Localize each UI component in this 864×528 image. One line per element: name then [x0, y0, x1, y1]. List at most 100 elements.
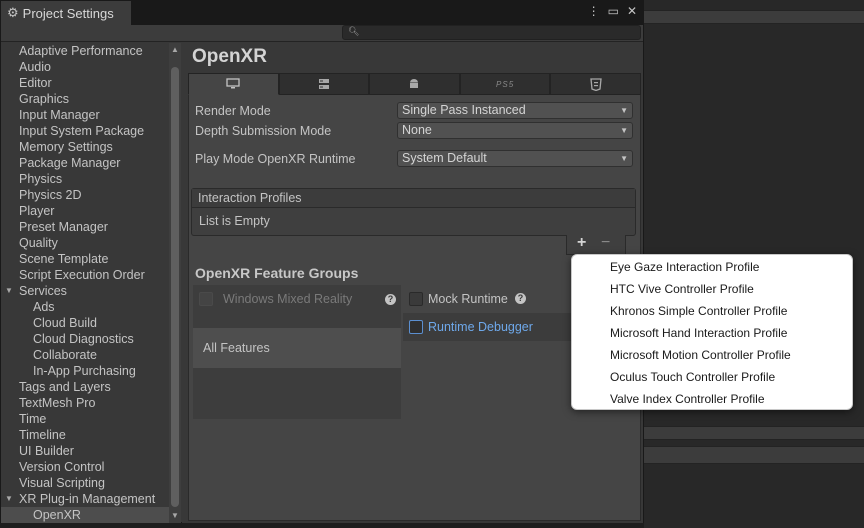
sidebar-item-input-system-package[interactable]: Input System Package [1, 123, 169, 139]
sidebar-item-cloud-build[interactable]: Cloud Build [1, 315, 169, 331]
runtime-debugger-checkbox[interactable] [409, 320, 423, 334]
feature-groups-title: OpenXR Feature Groups [195, 265, 359, 281]
sidebar-item-graphics[interactable]: Graphics [1, 91, 169, 107]
window-tabbar: ⚙ Project Settings ⋮ ▭ ✕ [1, 1, 643, 25]
sidebar-scrollbar[interactable]: ▲ ▼ [169, 43, 181, 523]
sidebar-item-tags-and-layers[interactable]: Tags and Layers [1, 379, 169, 395]
android-icon [410, 79, 419, 88]
depth-submission-dropdown[interactable]: None ▼ [397, 122, 633, 139]
menu-item-khronos-simple[interactable]: Khronos Simple Controller Profile [610, 304, 787, 318]
search-input[interactable]: 🔍︎ [342, 25, 641, 40]
mock-runtime-checkbox[interactable] [409, 292, 423, 306]
menu-item-oculus-touch[interactable]: Oculus Touch Controller Profile [610, 370, 775, 384]
window-controls: ⋮ ▭ ✕ [588, 4, 637, 18]
sidebar-item-scene-template[interactable]: Scene Template [1, 251, 169, 267]
sidebar-item-quality[interactable]: Quality [1, 235, 169, 251]
menu-item-valve-index[interactable]: Valve Index Controller Profile [610, 392, 765, 406]
play-mode-runtime-value: System Default [402, 151, 487, 165]
chevron-down-icon: ▼ [620, 126, 628, 135]
search-icon: 🔍︎ [348, 26, 360, 36]
sidebar-item-ads[interactable]: Ads [1, 299, 169, 315]
sidebar-item-in-app-purchasing[interactable]: In-App Purchasing [1, 363, 169, 379]
sidebar-item-time[interactable]: Time [1, 411, 169, 427]
sidebar-item-version-control[interactable]: Version Control [1, 459, 169, 475]
sidebar-item-adaptive-performance[interactable]: Adaptive Performance [1, 43, 169, 59]
sidebar-item-editor[interactable]: Editor [1, 75, 169, 91]
settings-sidebar: Adaptive Performance Audio Editor Graphi… [1, 43, 181, 523]
project-settings-window: ⚙ Project Settings ⋮ ▭ ✕ 🔍︎ Adaptive Per… [0, 0, 644, 523]
render-mode-value: Single Pass Instanced [402, 103, 526, 117]
maximize-icon[interactable]: ▭ [608, 4, 619, 18]
search-toolbar: 🔍︎ [1, 25, 643, 42]
interaction-profiles-list: Interaction Profiles List is Empty [191, 188, 636, 236]
background-panel-strip-2 [644, 446, 864, 464]
add-interaction-profile-menu: Eye Gaze Interaction Profile HTC Vive Co… [571, 254, 853, 410]
tab-ps5[interactable]: PS5 [459, 73, 551, 95]
feature-group-all-features[interactable]: All Features [193, 328, 401, 368]
scroll-up-arrow-icon[interactable]: ▲ [171, 45, 179, 54]
sidebar-item-visual-scripting[interactable]: Visual Scripting [1, 475, 169, 491]
feature-groups-list: Windows Mixed Reality ? All Features [193, 285, 401, 419]
window-title: Project Settings [22, 5, 114, 21]
expand-arrow-icon[interactable]: ▼ [5, 283, 13, 299]
list-footer: + − [566, 234, 626, 255]
tab-html5[interactable] [550, 73, 641, 95]
server-icon [318, 79, 329, 89]
sidebar-item-textmesh-pro[interactable]: TextMesh Pro [1, 395, 169, 411]
help-icon[interactable]: ? [385, 294, 396, 305]
sidebar-item-package-manager[interactable]: Package Manager [1, 155, 169, 171]
sidebar-item-audio[interactable]: Audio [1, 59, 169, 75]
tab-server[interactable] [278, 73, 370, 95]
page-title: OpenXR [192, 46, 267, 67]
tab-android[interactable] [369, 73, 460, 95]
play-mode-runtime-label: Play Mode OpenXR Runtime [195, 152, 356, 166]
remove-profile-button[interactable]: − [601, 234, 610, 252]
background-toolbar [644, 10, 864, 24]
sidebar-item-cloud-diagnostics[interactable]: Cloud Diagnostics [1, 331, 169, 347]
desktop-icon [226, 78, 240, 89]
render-mode-dropdown[interactable]: Single Pass Instanced ▼ [397, 102, 633, 119]
render-mode-label: Render Mode [195, 104, 271, 118]
scrollbar-thumb[interactable] [171, 67, 179, 507]
sidebar-item-memory-settings[interactable]: Memory Settings [1, 139, 169, 155]
sidebar-item-collaborate[interactable]: Collaborate [1, 347, 169, 363]
sidebar-item-openxr[interactable]: OpenXR [1, 507, 169, 523]
background-panel-strip [644, 426, 864, 440]
sidebar-item-timeline[interactable]: Timeline [1, 427, 169, 443]
kebab-menu-icon[interactable]: ⋮ [588, 4, 600, 18]
mock-runtime-label: Mock Runtime [428, 292, 508, 306]
close-icon[interactable]: ✕ [627, 4, 637, 18]
html5-icon [589, 77, 602, 91]
wmr-label: Windows Mixed Reality [223, 292, 353, 306]
wmr-checkbox[interactable] [199, 292, 213, 306]
platform-tabs: PS5 [188, 73, 641, 95]
chevron-down-icon: ▼ [620, 154, 628, 163]
menu-item-htc-vive[interactable]: HTC Vive Controller Profile [610, 282, 754, 296]
sidebar-item-physics[interactable]: Physics [1, 171, 169, 187]
play-mode-runtime-dropdown[interactable]: System Default ▼ [397, 150, 633, 167]
depth-submission-value: None [402, 123, 432, 137]
runtime-debugger-label: Runtime Debugger [428, 320, 533, 334]
menu-item-microsoft-motion[interactable]: Microsoft Motion Controller Profile [610, 348, 791, 362]
help-icon[interactable]: ? [515, 293, 526, 304]
sidebar-item-player[interactable]: Player [1, 203, 169, 219]
sidebar-item-input-manager[interactable]: Input Manager [1, 107, 169, 123]
sidebar-item-script-execution-order[interactable]: Script Execution Order [1, 267, 169, 283]
add-profile-button[interactable]: + [577, 234, 586, 252]
scroll-down-arrow-icon[interactable]: ▼ [171, 511, 179, 520]
list-empty-text: List is Empty [199, 214, 270, 228]
chevron-down-icon: ▼ [620, 106, 628, 115]
sidebar-item-services[interactable]: ▼ Services [1, 283, 169, 299]
project-settings-tab[interactable]: ⚙ Project Settings [1, 1, 131, 25]
sidebar-item-xr-plugin-management[interactable]: ▼ XR Plug-in Management [1, 491, 169, 507]
sidebar-item-physics-2d[interactable]: Physics 2D [1, 187, 169, 203]
menu-item-eye-gaze[interactable]: Eye Gaze Interaction Profile [610, 260, 759, 274]
feature-group-windows-mixed-reality[interactable]: Windows Mixed Reality ? [193, 285, 401, 317]
gear-icon: ⚙ [7, 5, 19, 20]
sidebar-item-preset-manager[interactable]: Preset Manager [1, 219, 169, 235]
menu-item-microsoft-hand[interactable]: Microsoft Hand Interaction Profile [610, 326, 787, 340]
tab-desktop[interactable] [188, 73, 279, 95]
expand-arrow-icon[interactable]: ▼ [5, 491, 13, 507]
ps5-icon: PS5 [496, 79, 515, 89]
sidebar-item-ui-builder[interactable]: UI Builder [1, 443, 169, 459]
